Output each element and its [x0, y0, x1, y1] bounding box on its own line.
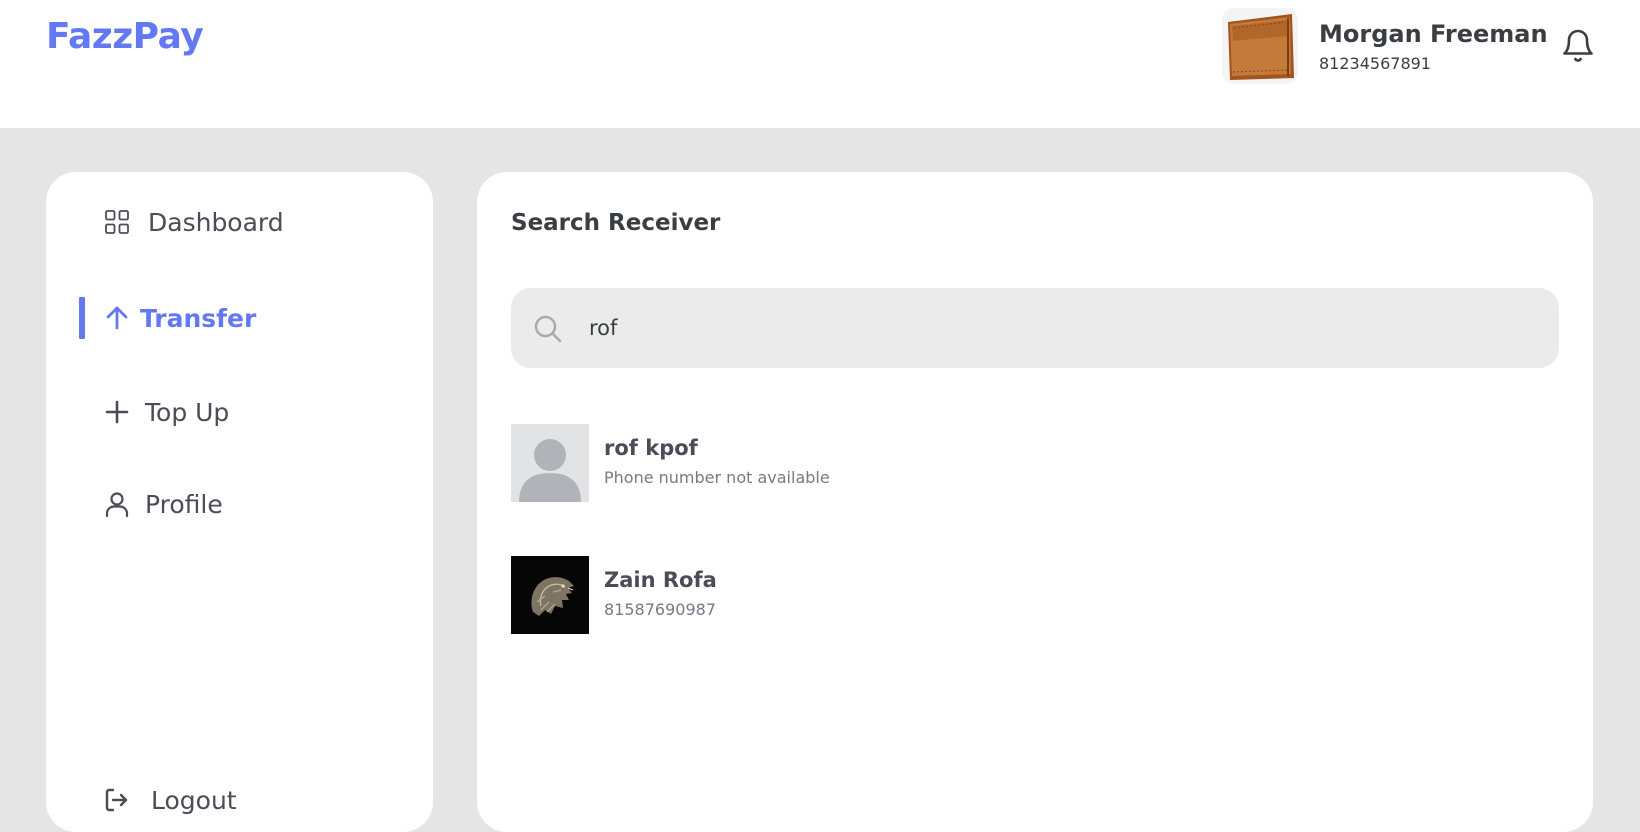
top-bar: FazzPay Morgan Freeman 81234567891: [0, 0, 1640, 128]
search-input[interactable]: [589, 306, 1529, 350]
arrow-up-icon: [104, 305, 130, 331]
sidebar-item-transfer[interactable]: Transfer: [46, 294, 433, 342]
list-item[interactable]: rof kpof Phone number not available: [511, 424, 1111, 502]
sidebar-item-label: Top Up: [145, 397, 230, 427]
plus-icon: [104, 399, 130, 425]
receiver-phone: 81587690987: [604, 600, 716, 619]
user-icon: [104, 491, 130, 518]
search-box[interactable]: [511, 288, 1559, 368]
receiver-phone: Phone number not available: [604, 468, 830, 487]
receiver-avatar: [511, 556, 589, 634]
sidebar: Dashboard Transfer Top Up Profile Logout: [46, 172, 433, 832]
sidebar-item-label: Profile: [145, 489, 223, 519]
search-icon: [533, 314, 563, 344]
brand-logo[interactable]: FazzPay: [46, 16, 204, 57]
sidebar-item-label: Transfer: [140, 303, 257, 333]
receiver-name: Zain Rofa: [604, 568, 717, 592]
user-phone: 81234567891: [1319, 54, 1431, 73]
grid-icon: [104, 209, 130, 235]
receiver-avatar: [511, 424, 589, 502]
active-indicator: [79, 297, 85, 339]
sidebar-item-profile[interactable]: Profile: [46, 480, 433, 528]
main-panel: Search Receiver rof kpof Phone number no…: [477, 172, 1593, 832]
user-avatar[interactable]: [1222, 8, 1298, 84]
sidebar-item-dashboard[interactable]: Dashboard: [46, 198, 433, 246]
receiver-name: rof kpof: [604, 436, 698, 460]
page-title: Search Receiver: [511, 210, 721, 236]
bell-icon[interactable]: [1560, 26, 1596, 66]
logout-icon: [104, 787, 130, 813]
user-profile[interactable]: Morgan Freeman 81234567891: [1222, 8, 1602, 88]
logout-button[interactable]: Logout: [46, 776, 433, 824]
sidebar-item-top-up[interactable]: Top Up: [46, 388, 433, 436]
sidebar-item-label: Dashboard: [148, 207, 284, 237]
list-item[interactable]: Zain Rofa 81587690987: [511, 556, 1111, 634]
logout-label: Logout: [151, 785, 237, 815]
user-name: Morgan Freeman: [1319, 20, 1548, 48]
